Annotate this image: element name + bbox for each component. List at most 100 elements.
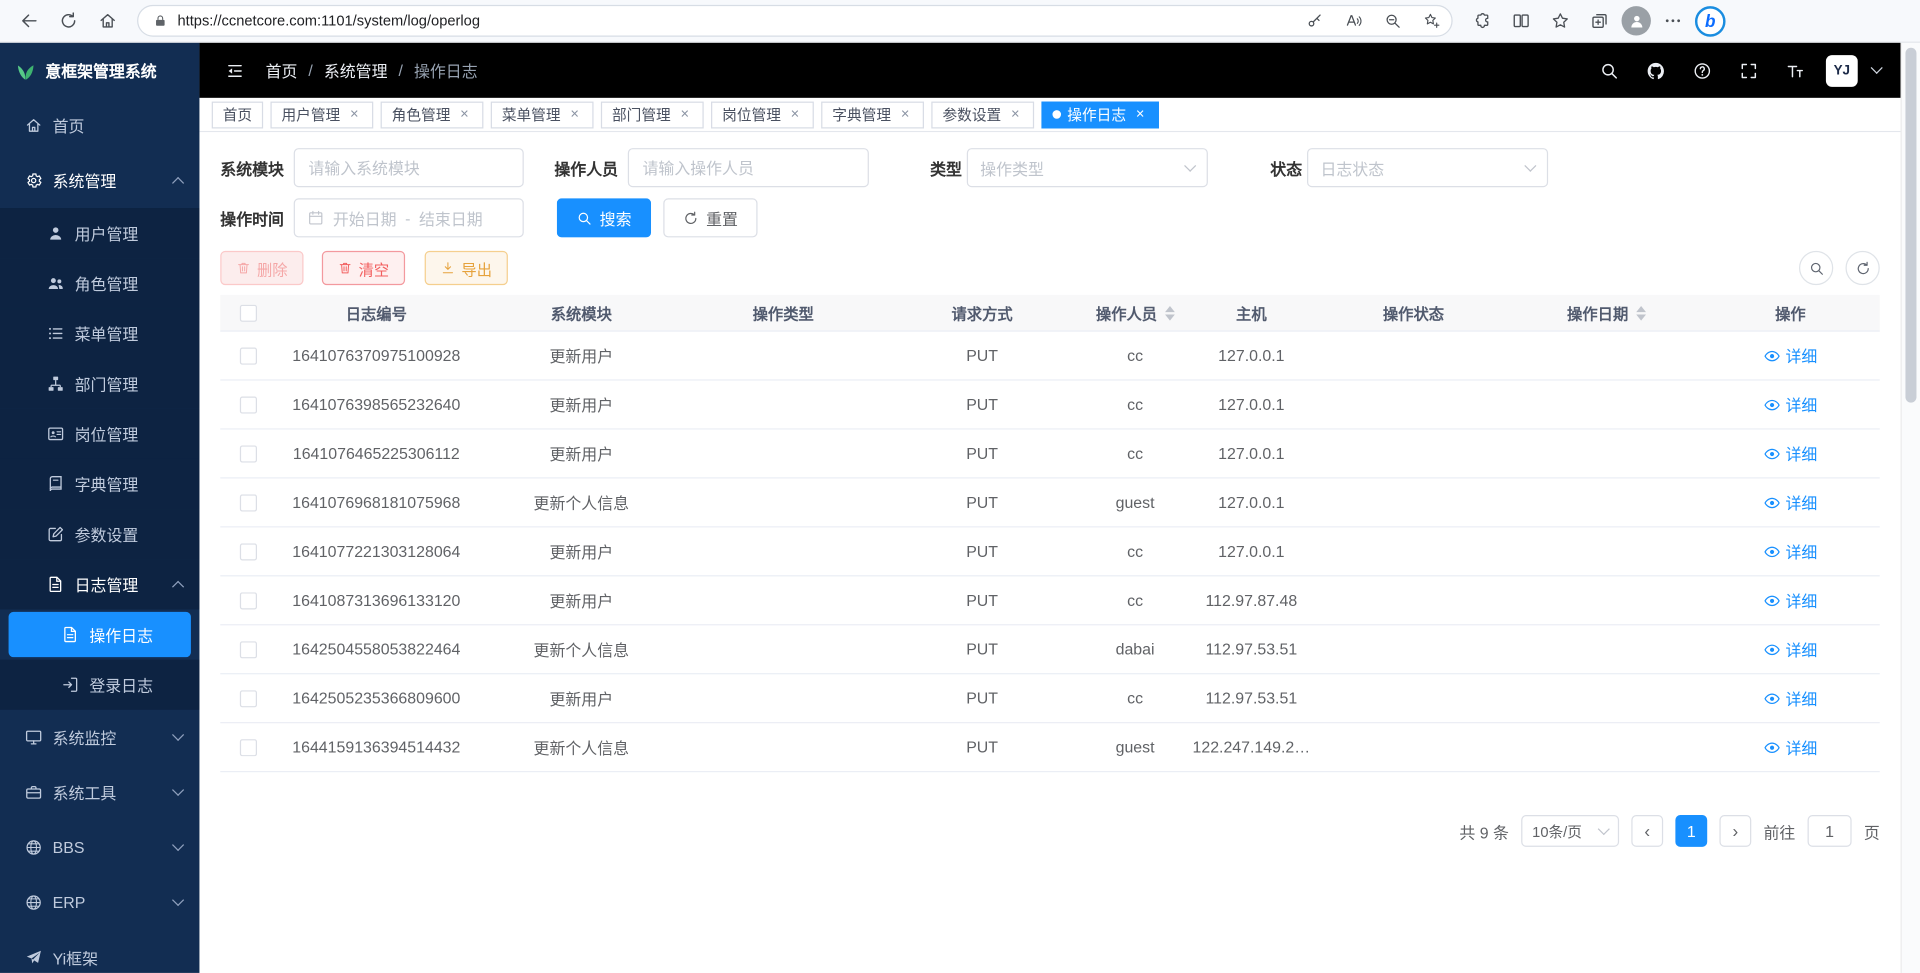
sidebar-item-erp[interactable]: ERP: [0, 875, 199, 930]
collections-icon[interactable]: [1582, 4, 1616, 38]
row-checkbox[interactable]: [239, 641, 256, 658]
row-checkbox[interactable]: [239, 445, 256, 462]
sidebar-item-role-management[interactable]: 角色管理: [0, 258, 199, 308]
select-all-checkbox[interactable]: [239, 304, 256, 321]
address-bar[interactable]: https://ccnetcore.com:1101/system/log/op…: [137, 5, 1453, 37]
page-size-select[interactable]: 10条/页: [1521, 815, 1619, 847]
tab[interactable]: 参数设置 ×: [931, 101, 1034, 128]
clear-button[interactable]: 清空: [322, 251, 405, 285]
refresh-icon[interactable]: [51, 4, 85, 38]
page-scrollbar[interactable]: [1901, 43, 1920, 973]
browser-home-icon[interactable]: [91, 4, 125, 38]
sidebar-item-dept-management[interactable]: 部门管理: [0, 359, 199, 409]
tab[interactable]: 字典管理 ×: [821, 101, 924, 128]
sidebar-item-home[interactable]: 首页: [0, 98, 199, 153]
row-checkbox[interactable]: [239, 347, 256, 364]
sidebar-item-operation-log[interactable]: 操作日志: [9, 612, 191, 657]
tab[interactable]: 部门管理 ×: [601, 101, 704, 128]
sidebar-item-system-monitor[interactable]: 系统监控: [0, 710, 199, 765]
detail-link[interactable]: 详细: [1763, 491, 1817, 514]
tab-close-icon[interactable]: ×: [897, 106, 913, 122]
fullscreen-icon[interactable]: [1733, 54, 1765, 86]
row-checkbox[interactable]: [239, 494, 256, 511]
tab-close-icon[interactable]: ×: [457, 106, 473, 122]
tab-close-icon[interactable]: ×: [567, 106, 583, 122]
sidebar-item-login-log[interactable]: 登录日志: [0, 660, 199, 710]
table-row: 1641076465225306112 更新用户 PUT cc 127.0.0.…: [220, 430, 1879, 479]
row-checkbox[interactable]: [239, 592, 256, 609]
tab[interactable]: 岗位管理 ×: [711, 101, 814, 128]
sidebar-item-system-management[interactable]: 系统管理: [0, 153, 199, 208]
sidebar-item-yi-framework[interactable]: Yi框架: [0, 930, 199, 973]
breadcrumb-system[interactable]: 系统管理: [324, 59, 388, 82]
read-aloud-icon[interactable]: [1339, 6, 1368, 35]
detail-link[interactable]: 详细: [1763, 638, 1817, 661]
sidebar-item-menu-management[interactable]: 菜单管理: [0, 308, 199, 358]
scrollbar-thumb[interactable]: [1905, 48, 1916, 403]
favorites-bar-icon[interactable]: [1543, 4, 1577, 38]
sidebar-item-log-management[interactable]: 日志管理: [0, 559, 199, 609]
sidebar-item-bbs[interactable]: BBS: [0, 820, 199, 875]
sort-icon[interactable]: [1164, 305, 1174, 320]
prev-page-button[interactable]: ‹: [1631, 815, 1663, 847]
tab[interactable]: 首页 ×: [212, 101, 263, 128]
delete-button[interactable]: 删除: [220, 251, 303, 285]
tab[interactable]: 角色管理 ×: [381, 101, 484, 128]
page-1-button[interactable]: 1: [1675, 815, 1707, 847]
operator-input[interactable]: [628, 148, 869, 187]
goto-page-input[interactable]: [1808, 815, 1852, 847]
sidebar-item-system-tools[interactable]: 系统工具: [0, 765, 199, 820]
detail-link[interactable]: 详细: [1763, 344, 1817, 367]
module-input[interactable]: [294, 148, 524, 187]
row-checkbox[interactable]: [239, 543, 256, 560]
font-size-icon[interactable]: [1779, 54, 1811, 86]
sort-icon[interactable]: [1636, 305, 1646, 320]
row-checkbox[interactable]: [239, 690, 256, 707]
status-select[interactable]: 日志状态: [1307, 148, 1548, 187]
table-search-toggle-button[interactable]: [1799, 251, 1833, 285]
tab-close-icon[interactable]: ×: [1007, 106, 1023, 122]
extensions-icon[interactable]: [1465, 4, 1499, 38]
detail-link[interactable]: 详细: [1763, 589, 1817, 612]
row-checkbox[interactable]: [239, 739, 256, 756]
chevron-down-icon[interactable]: [1871, 62, 1883, 74]
sidebar-item-post-management[interactable]: 岗位管理: [0, 409, 199, 459]
menu-fold-icon[interactable]: [219, 54, 251, 86]
profile-avatar[interactable]: [1622, 6, 1651, 35]
export-button[interactable]: 导出: [425, 251, 508, 285]
detail-link[interactable]: 详细: [1763, 687, 1817, 710]
zoom-out-icon[interactable]: [1378, 6, 1407, 35]
table-refresh-button[interactable]: [1845, 251, 1879, 285]
bing-icon[interactable]: b: [1695, 6, 1726, 37]
breadcrumb-home[interactable]: 首页: [266, 59, 298, 82]
detail-link[interactable]: 详细: [1763, 393, 1817, 416]
type-select[interactable]: 操作类型: [967, 148, 1208, 187]
tab-close-icon[interactable]: ×: [346, 106, 362, 122]
next-page-button[interactable]: ›: [1719, 815, 1751, 847]
date-range-picker[interactable]: 开始日期 - 结束日期: [294, 198, 524, 237]
help-icon[interactable]: [1686, 54, 1718, 86]
sidebar-item-dict-management[interactable]: 字典管理: [0, 459, 199, 509]
tab[interactable]: 用户管理 ×: [270, 101, 373, 128]
reset-button[interactable]: 重置: [663, 198, 757, 237]
row-checkbox[interactable]: [239, 396, 256, 413]
tab[interactable]: 操作日志 ×: [1042, 101, 1160, 128]
add-favorite-icon[interactable]: [1417, 6, 1446, 35]
detail-link[interactable]: 详细: [1763, 736, 1817, 759]
back-icon[interactable]: [12, 4, 46, 38]
tab[interactable]: 菜单管理 ×: [491, 101, 594, 128]
detail-link[interactable]: 详细: [1763, 540, 1817, 563]
github-icon[interactable]: [1640, 54, 1672, 86]
split-screen-icon[interactable]: [1504, 4, 1538, 38]
password-key-icon[interactable]: [1300, 6, 1329, 35]
tab-close-icon[interactable]: ×: [1132, 106, 1148, 122]
detail-link[interactable]: 详细: [1763, 442, 1817, 465]
user-logo[interactable]: YJ: [1826, 54, 1858, 86]
sidebar-item-user-management[interactable]: 用户管理: [0, 208, 199, 258]
tab-close-icon[interactable]: ×: [787, 106, 803, 122]
tab-close-icon[interactable]: ×: [677, 106, 693, 122]
more-menu-icon[interactable]: [1656, 4, 1690, 38]
sidebar-item-param-settings[interactable]: 参数设置: [0, 509, 199, 559]
search-button[interactable]: 搜索: [557, 198, 651, 237]
header-search-icon[interactable]: [1593, 54, 1625, 86]
